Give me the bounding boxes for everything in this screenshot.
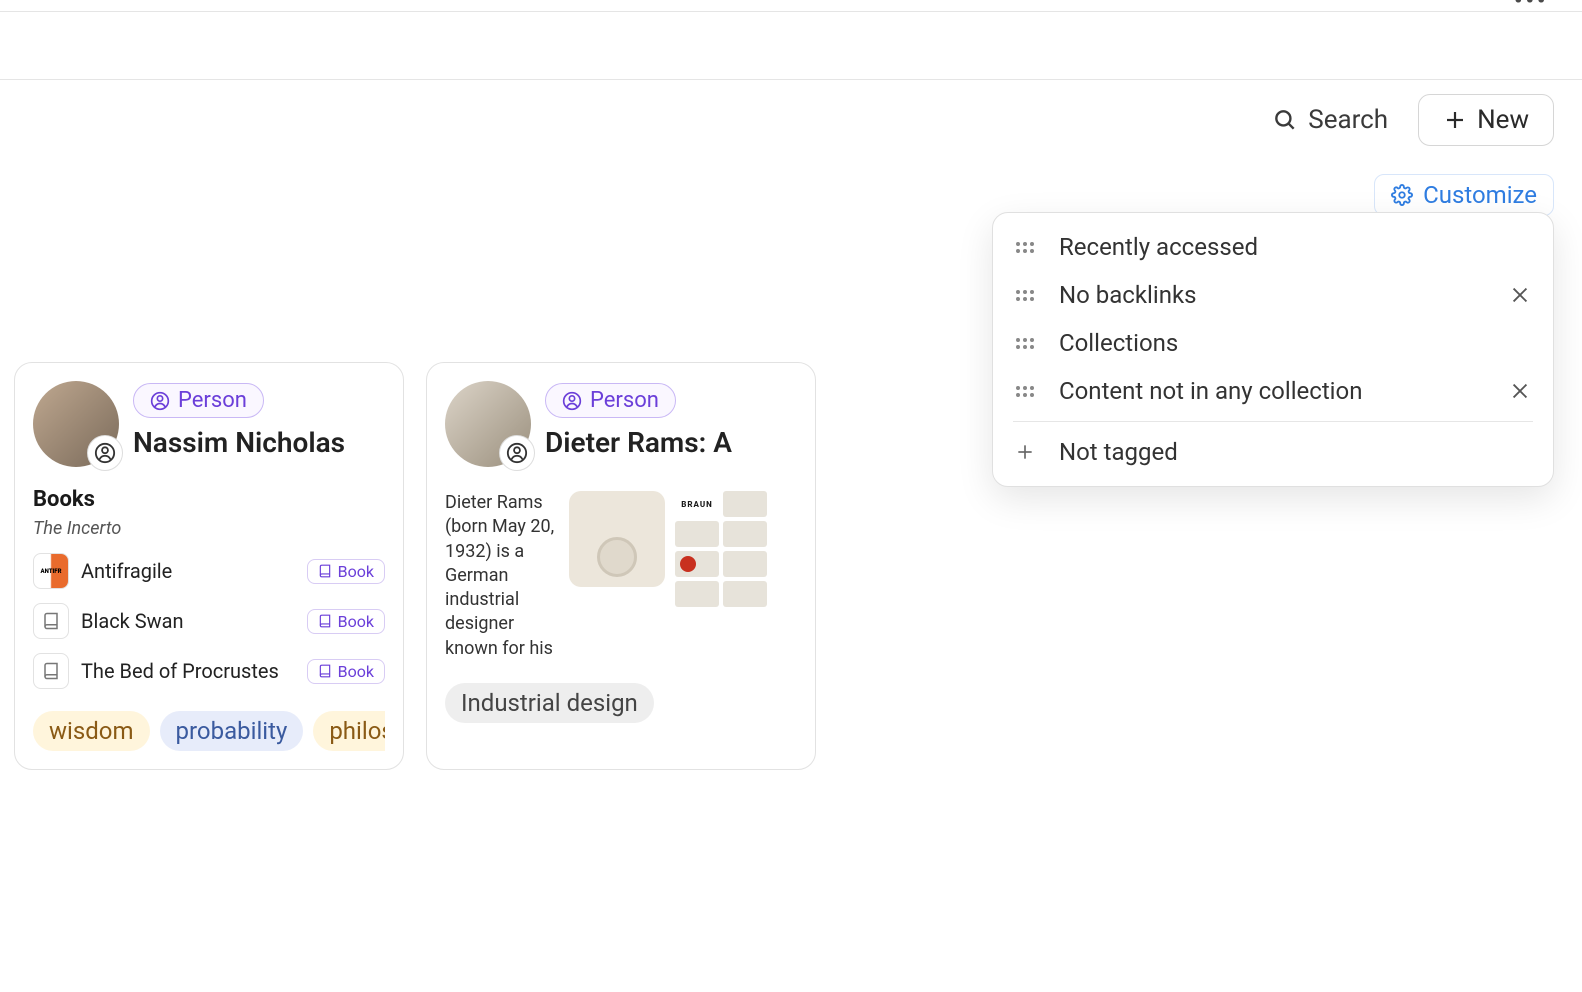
book-icon: [318, 564, 332, 578]
person-card-dieter-rams[interactable]: Person Dieter Rams: A Dieter Rams (born …: [426, 362, 816, 770]
gear-icon: [1391, 184, 1413, 206]
product-thumb: [675, 581, 719, 607]
avatar: [445, 381, 531, 467]
new-button[interactable]: New: [1418, 94, 1554, 146]
book-cover-icon: ANTIFR: [33, 553, 69, 589]
book-name: Black Swan: [81, 609, 295, 633]
drag-handle-icon[interactable]: [1015, 290, 1035, 301]
book-name: Antifragile: [81, 559, 295, 583]
product-thumb: [723, 551, 767, 577]
product-thumb: [723, 491, 767, 517]
person-type-icon: [499, 435, 535, 471]
product-image-main: [569, 491, 665, 587]
type-badge-person[interactable]: Person: [133, 383, 264, 418]
person-icon: [150, 391, 170, 411]
book-type-badge: Book: [307, 659, 385, 684]
book-icon: [318, 664, 332, 678]
divider: [1013, 421, 1533, 422]
search-icon: [1272, 107, 1298, 133]
dropdown-item-content-not-in-collection[interactable]: Content not in any collection: [993, 367, 1553, 415]
books-section-title: Books: [33, 487, 385, 512]
book-row[interactable]: ANTIFR Antifragile Book: [33, 553, 385, 589]
product-thumb: [723, 581, 767, 607]
type-label: Person: [178, 388, 247, 413]
person-card-nassim[interactable]: Person Nassim Nicholas Books The Incerto…: [14, 362, 404, 770]
avatar: [33, 381, 119, 467]
tag-philosophy[interactable]: philosoph: [313, 711, 385, 751]
type-badge-person[interactable]: Person: [545, 383, 676, 418]
dropdown-item-collections[interactable]: Collections: [993, 319, 1553, 367]
customize-label: Customize: [1423, 181, 1537, 209]
book-row[interactable]: The Bed of Procrustes Book: [33, 653, 385, 689]
book-type-badge: Book: [307, 609, 385, 634]
card-title: Nassim Nicholas: [133, 426, 345, 459]
drag-handle-icon[interactable]: [1015, 386, 1035, 397]
person-icon: [562, 391, 582, 411]
product-thumb: [675, 551, 719, 577]
book-cover-icon: [33, 603, 69, 639]
bio-text: Dieter Rams (born May 20, 1932) is a Ger…: [445, 491, 555, 661]
product-thumb: [723, 521, 767, 547]
header-bar: •••: [0, 12, 1582, 80]
tag-probability[interactable]: probability: [160, 711, 304, 751]
plus-icon: [1443, 108, 1467, 132]
type-label: Person: [590, 388, 659, 413]
tag-wisdom[interactable]: wisdom: [33, 711, 150, 751]
series-title: The Incerto: [33, 518, 385, 539]
product-thumb: [675, 521, 719, 547]
book-cover-icon: [33, 653, 69, 689]
card-title: Dieter Rams: A: [545, 426, 732, 459]
search-button[interactable]: Search: [1260, 97, 1400, 143]
plus-icon: [1015, 442, 1035, 462]
product-images: BRAUN: [569, 491, 767, 661]
remove-icon[interactable]: [1509, 284, 1531, 306]
actions-row: Search New: [0, 80, 1582, 160]
book-type-badge: Book: [307, 559, 385, 584]
dropdown-item-recently-accessed[interactable]: Recently accessed: [993, 223, 1553, 271]
dropdown-item-no-backlinks[interactable]: No backlinks: [993, 271, 1553, 319]
remove-icon[interactable]: [1509, 380, 1531, 402]
customize-button[interactable]: Customize: [1374, 174, 1554, 216]
new-label: New: [1477, 105, 1529, 135]
drag-handle-icon[interactable]: [1015, 242, 1035, 253]
dropdown-add-not-tagged[interactable]: Not tagged: [993, 428, 1553, 476]
drag-handle-icon[interactable]: [1015, 338, 1035, 349]
book-icon: [318, 614, 332, 628]
braun-logo: BRAUN: [675, 491, 719, 517]
more-menu-button[interactable]: •••: [1514, 0, 1548, 17]
search-label: Search: [1308, 105, 1388, 135]
person-type-icon: [87, 435, 123, 471]
book-name: The Bed of Procrustes: [81, 659, 295, 683]
tag-industrial-design[interactable]: Industrial design: [445, 683, 654, 723]
customize-dropdown: Recently accessed No backlinks Collectio…: [992, 212, 1554, 487]
book-row[interactable]: Black Swan Book: [33, 603, 385, 639]
